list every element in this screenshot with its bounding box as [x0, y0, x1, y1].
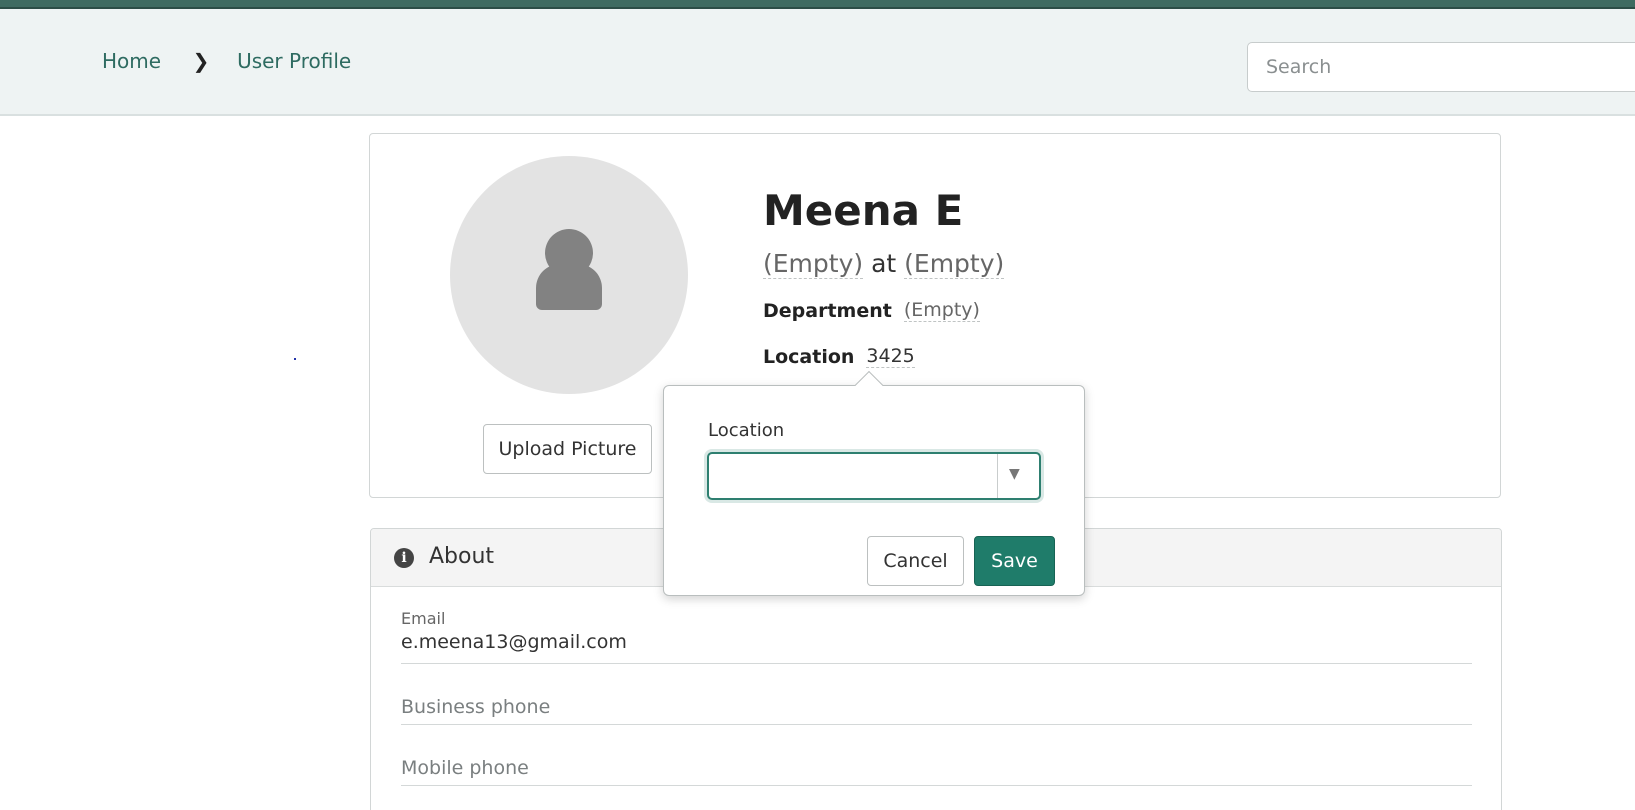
avatar: [450, 156, 688, 394]
user-name: Meena E: [763, 186, 964, 235]
title-company-line: (Empty) at (Empty): [763, 249, 1005, 279]
company-field[interactable]: (Empty): [904, 249, 1005, 279]
popover-location-label: Location: [708, 420, 785, 441]
breadcrumb: Home ❯ User Profile: [102, 49, 351, 73]
caret-down-icon[interactable]: ▼: [1009, 466, 1020, 482]
email-value: e.meena13@gmail.com: [401, 631, 627, 653]
breadcrumb-current-link[interactable]: User Profile: [237, 49, 351, 73]
location-select-input[interactable]: [709, 454, 997, 498]
business-phone-placeholder: Business phone: [401, 696, 551, 718]
mobile-phone-field[interactable]: Mobile phone: [401, 731, 1472, 786]
department-row: Department (Empty): [763, 299, 980, 322]
location-label: Location: [763, 345, 855, 368]
department-field[interactable]: (Empty): [903, 299, 980, 322]
user-silhouette-icon: [545, 229, 593, 277]
breadcrumb-home-link[interactable]: Home: [102, 49, 161, 73]
location-field[interactable]: 3425: [866, 345, 915, 368]
select-divider: [997, 454, 998, 498]
about-title: About: [429, 544, 495, 569]
at-text: at: [871, 249, 897, 278]
location-select[interactable]: ▼: [707, 452, 1041, 500]
info-icon: i: [394, 548, 414, 568]
stray-pixel: [294, 358, 296, 360]
location-row: Location 3425: [763, 345, 915, 368]
business-phone-field[interactable]: Business phone: [401, 670, 1472, 725]
department-label: Department: [763, 299, 892, 322]
mobile-phone-placeholder: Mobile phone: [401, 757, 529, 779]
upload-picture-button[interactable]: Upload Picture: [483, 424, 652, 474]
location-edit-popover: Location ▼ Cancel Save: [663, 370, 1085, 596]
chevron-right-icon: ❯: [192, 49, 210, 73]
job-title-field[interactable]: (Empty): [763, 249, 864, 279]
email-field[interactable]: Email e.meena13@gmail.com: [401, 609, 1472, 664]
cancel-button[interactable]: Cancel: [867, 536, 964, 586]
page-header: Home ❯ User Profile: [0, 9, 1635, 116]
save-button[interactable]: Save: [974, 536, 1055, 586]
search-input[interactable]: [1247, 42, 1635, 92]
email-label: Email: [401, 609, 446, 628]
top-accent-bar: [0, 0, 1635, 9]
